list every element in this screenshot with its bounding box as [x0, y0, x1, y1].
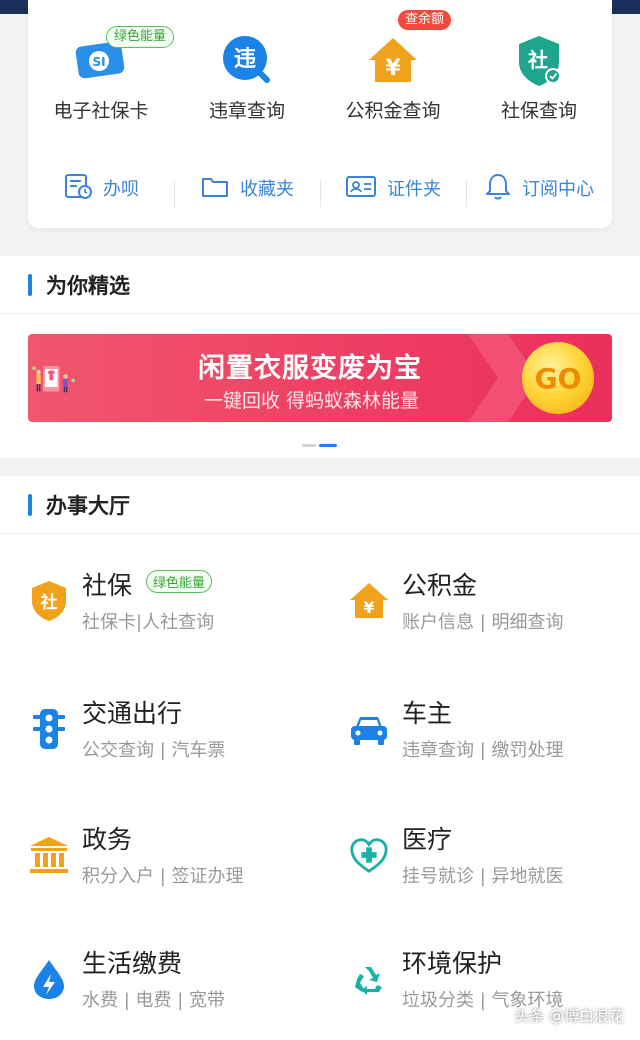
- banner-title: 闲置衣服变废为宝: [198, 353, 422, 384]
- svg-text:违: 违: [234, 46, 256, 72]
- quick-services-grid: SI 电子社保卡 绿色能量 违 违章查询 ¥ 公积金查询 查余额 社 社保查询: [28, 10, 612, 130]
- bell-icon: [484, 171, 512, 205]
- hall-item-title: 公积金: [402, 571, 478, 600]
- section-title: 办事大厅: [46, 493, 130, 518]
- svg-text:社: 社: [527, 48, 548, 72]
- carousel-dot: [302, 444, 316, 447]
- section-accent-bar: [28, 273, 32, 296]
- tool-label: 办呗: [103, 179, 139, 200]
- water-drop-bolt-icon: [28, 956, 70, 1002]
- hall-item-title: 生活缴费: [82, 949, 183, 978]
- carousel-indicator: [302, 444, 337, 447]
- government-building-icon: [28, 832, 70, 878]
- house-yuan-icon: ¥: [348, 578, 390, 624]
- hall-item-title: 交通出行: [82, 699, 183, 728]
- quick-item-social-security-card[interactable]: SI 电子社保卡 绿色能量: [28, 26, 175, 130]
- green-energy-badge: 绿色能量: [106, 26, 175, 48]
- banner-illustration: [32, 366, 75, 393]
- watermark: 头条 @博白浪花: [514, 1007, 624, 1025]
- hall-item-subtitle: 公交查询 | 汽车票: [82, 740, 226, 761]
- quick-item-label: 违章查询: [208, 100, 285, 122]
- quick-item-social-insurance-query[interactable]: 社 社保查询: [466, 30, 612, 130]
- quick-item-label: 社保查询: [500, 100, 577, 122]
- svg-text:¥: ¥: [363, 598, 374, 617]
- quick-item-housing-fund[interactable]: ¥ 公积金查询 查余额: [320, 10, 466, 130]
- social-shield-icon: 社: [28, 578, 70, 624]
- svg-text:¥: ¥: [385, 56, 401, 81]
- hall-item-subtitle: 社保卡|人社查询: [82, 612, 215, 633]
- svg-text:SI: SI: [92, 55, 105, 69]
- check-balance-badge: 查余额: [398, 10, 452, 30]
- hall-item-medical[interactable]: 医疗 挂号就诊 | 异地就医: [348, 820, 640, 920]
- svg-text:社: 社: [40, 592, 58, 613]
- violation-query-icon: 违: [219, 32, 275, 88]
- section-accent-bar: [28, 493, 32, 516]
- quick-item-label: 公积金查询: [345, 100, 441, 122]
- hall-item-utilities[interactable]: 生活缴费 水费 | 电费 | 宽带: [28, 944, 328, 1040]
- quick-services-card: SI 电子社保卡 绿色能量 违 违章查询 ¥ 公积金查询 查余额 社 社保查询 …: [28, 0, 612, 228]
- banner-subtitle: 一键回收 得蚂蚁森林能量: [204, 390, 420, 412]
- banner-go-button[interactable]: GO: [522, 342, 594, 414]
- hall-item-subtitle: 账户信息 | 明细查询: [402, 612, 564, 633]
- hall-item-title: 医疗: [402, 825, 453, 854]
- tool-label: 订阅中心: [522, 179, 594, 200]
- green-energy-badge: 绿色能量: [146, 570, 213, 593]
- hall-item-title: 政务: [82, 825, 133, 854]
- tool-item-favorites[interactable]: 收藏夹: [174, 171, 320, 207]
- tool-item-subscription[interactable]: 订阅中心: [466, 171, 612, 207]
- quick-item-label: 电子社保卡: [53, 100, 149, 122]
- hall-item-social-security[interactable]: 社 社保 绿色能量 社保卡|人社查询: [28, 566, 328, 666]
- tool-label: 证件夹: [387, 179, 441, 200]
- id-card-icon: [345, 171, 377, 205]
- carousel-dot-active: [319, 444, 337, 447]
- hall-item-title: 环境保护: [402, 949, 503, 978]
- featured-banner-area: 闲置衣服变废为宝 一键回收 得蚂蚁森林能量 GO: [0, 314, 640, 458]
- section-title: 为你精选: [46, 273, 130, 298]
- tool-label: 收藏夹: [240, 179, 294, 200]
- medical-stethoscope-icon: [348, 832, 390, 878]
- featured-section-header: 为你精选: [0, 256, 640, 314]
- folder-icon: [200, 171, 230, 205]
- hall-item-subtitle: 水费 | 电费 | 宽带: [82, 990, 226, 1011]
- tool-shortcuts-row: 办呗 收藏夹 证件夹 订阅中心: [28, 164, 612, 212]
- hall-item-government[interactable]: 政务 积分入户 | 签证办理: [28, 820, 328, 920]
- quick-item-violation-query[interactable]: 违 违章查询: [174, 30, 320, 130]
- hall-item-title: 车主: [402, 699, 453, 728]
- tool-item-banbei[interactable]: 办呗: [28, 171, 174, 205]
- hall-item-subtitle: 积分入户 | 签证办理: [82, 866, 244, 887]
- car-icon: [348, 706, 390, 752]
- traffic-light-icon: [28, 706, 70, 752]
- service-hall-section-header: 办事大厅: [0, 476, 640, 534]
- hall-item-subtitle: 违章查询 | 缴罚处理: [402, 740, 564, 761]
- social-insurance-query-icon: 社: [511, 32, 567, 88]
- hall-item-subtitle: 挂号就诊 | 异地就医: [402, 866, 564, 887]
- recycle-clothes-banner[interactable]: 闲置衣服变废为宝 一键回收 得蚂蚁森林能量 GO: [28, 334, 612, 422]
- hall-item-transport[interactable]: 交通出行 公交查询 | 汽车票: [28, 694, 328, 794]
- tool-item-id-folder[interactable]: 证件夹: [320, 171, 466, 207]
- task-list-icon: [63, 171, 93, 205]
- hall-item-title: 社保: [82, 571, 133, 600]
- service-hall-grid: 社 社保 绿色能量 社保卡|人社查询 ¥ 公积金 账户信息 | 明细查询 交通出…: [0, 534, 640, 1040]
- hall-item-housing-fund[interactable]: ¥ 公积金 账户信息 | 明细查询: [348, 566, 640, 666]
- housing-fund-icon: ¥: [365, 32, 421, 88]
- recycle-icon: [348, 956, 390, 1002]
- hall-item-car-owner[interactable]: 车主 违章查询 | 缴罚处理: [348, 694, 640, 794]
